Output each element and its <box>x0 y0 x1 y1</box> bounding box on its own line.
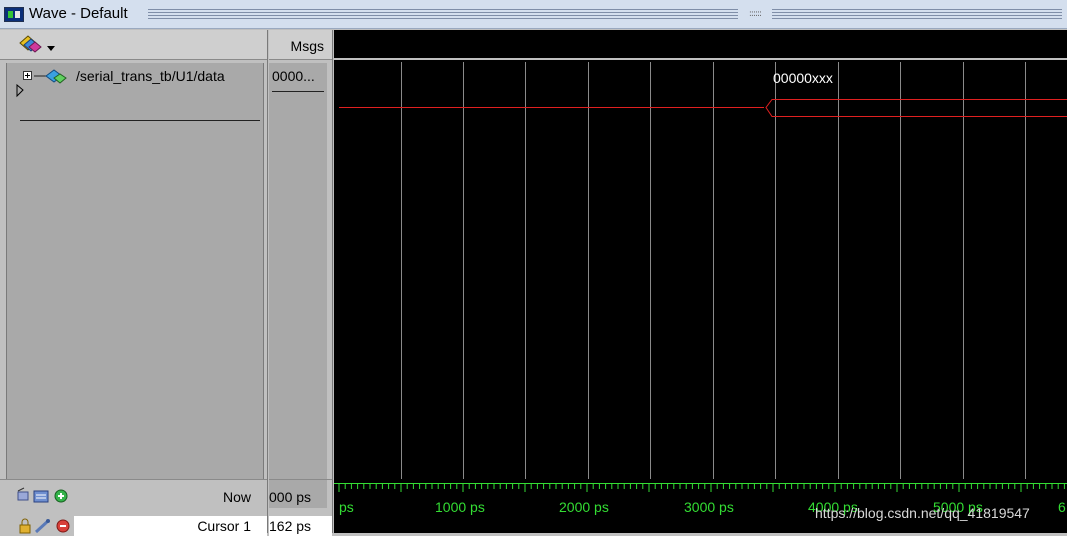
tool-a-icon[interactable] <box>17 487 29 501</box>
waveform-bus-segment <box>765 99 1067 117</box>
cursor-row[interactable]: Cursor 1 <box>74 516 267 536</box>
cursor-marker-icon <box>16 84 24 98</box>
signal-row[interactable]: /serial_trans_tb/U1/data <box>14 68 260 88</box>
now-label: Now <box>222 489 251 505</box>
title-bar-grip-left <box>148 9 738 20</box>
signal-name-pane: /serial_trans_tb/U1/data Now Cursor 1 <box>0 30 267 536</box>
expand-icon[interactable] <box>23 71 32 80</box>
cursor-toolbar <box>19 518 70 534</box>
edit-icon[interactable] <box>34 519 50 534</box>
msgs-footer: 000 ps 162 ps <box>269 479 332 536</box>
add-cursor-icon[interactable] <box>54 489 68 503</box>
name-pane-header <box>0 30 267 60</box>
tool-b-icon[interactable] <box>33 490 49 503</box>
timeline-label: ps <box>339 499 354 515</box>
msgs-pane: Msgs 0000... 000 ps 162 ps <box>269 30 332 536</box>
add-wave-icon <box>19 35 55 53</box>
timeline-ruler <box>334 483 1067 492</box>
row-divider <box>272 91 324 92</box>
row-divider <box>20 120 260 121</box>
waveform-canvas[interactable] <box>334 60 1067 479</box>
cursor-label[interactable]: Cursor 1 <box>197 518 251 534</box>
wave-window-icon <box>4 7 24 22</box>
signal-waveform[interactable] <box>339 99 1067 117</box>
timeline-label: 1000 ps <box>435 499 485 515</box>
cursor-value: 162 ps <box>269 518 312 534</box>
title-bar-grip-right <box>772 9 1062 20</box>
lock-icon[interactable] <box>19 518 31 534</box>
cursor-value-box[interactable]: 162 ps <box>269 516 332 536</box>
pane-splitter[interactable] <box>332 30 333 533</box>
signal-msg-value[interactable]: 0000... <box>272 68 315 84</box>
msgs-title: Msgs <box>290 38 324 54</box>
footer-toolbar <box>17 487 68 503</box>
wave-pane[interactable]: 00000xxx ps 1000 ps 2000 ps 3000 ps 4000… <box>334 30 1067 533</box>
name-pane-footer: Now Cursor 1 <box>0 479 267 536</box>
signal-name[interactable]: /serial_trans_tb/U1/data <box>76 68 225 84</box>
grid-lines <box>401 62 1026 479</box>
msgs-list[interactable] <box>269 63 327 508</box>
title-bar-drag-handle[interactable]: :::::: <box>738 9 772 20</box>
signal-list[interactable] <box>6 63 264 508</box>
timeline-label: 6 <box>1058 499 1066 515</box>
now-value: 000 ps <box>269 489 312 505</box>
window-title: Wave - Default <box>29 5 128 22</box>
watermark-text: https://blog.csdn.net/qq_41819547 <box>815 505 1030 521</box>
msgs-header: Msgs <box>269 30 332 60</box>
add-wave-button[interactable] <box>18 34 58 56</box>
timeline-label: 3000 ps <box>684 499 734 515</box>
wave-value-label: 00000xxx <box>773 70 833 86</box>
remove-cursor-icon[interactable] <box>56 519 70 533</box>
pane-splitter[interactable] <box>267 30 268 533</box>
wave-header <box>334 30 1067 60</box>
title-bar[interactable]: Wave - Default :::::: <box>0 0 1067 29</box>
bus-signal-icon <box>34 69 67 84</box>
timeline-label: 2000 ps <box>559 499 609 515</box>
